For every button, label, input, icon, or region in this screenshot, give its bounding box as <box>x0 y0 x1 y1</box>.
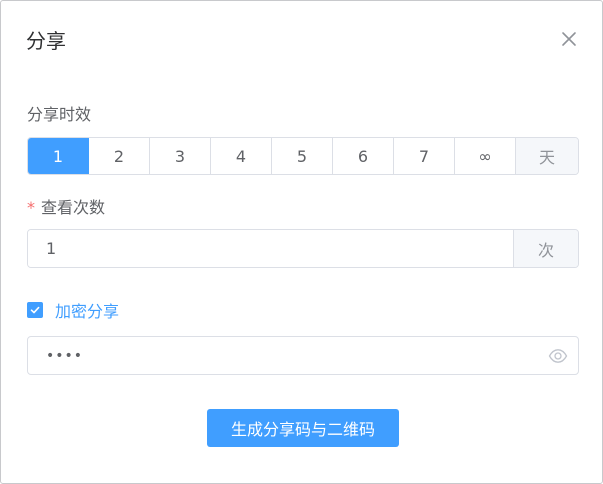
password-value: •••• <box>46 347 84 364</box>
expiry-option-6[interactable]: 6 <box>333 138 394 174</box>
required-mark: * <box>27 198 35 217</box>
expiry-option-2[interactable]: 2 <box>89 138 150 174</box>
expiry-label: 分享时效 <box>27 105 92 124</box>
share-dialog: 分享 分享时效 1 2 3 4 5 6 7 ∞ 天 * 查看次数 次 加密分享 •… <box>0 0 603 484</box>
view-count-group: 次 <box>27 229 579 268</box>
view-count-unit: 次 <box>513 230 578 267</box>
expiry-option-3[interactable]: 3 <box>150 138 211 174</box>
expiry-option-1[interactable]: 1 <box>28 138 89 174</box>
close-icon <box>562 32 576 46</box>
expiry-option-7[interactable]: 7 <box>394 138 455 174</box>
encrypt-label: 加密分享 <box>55 302 120 321</box>
view-count-label-text: 查看次数 <box>41 198 106 217</box>
expiry-option-5[interactable]: 5 <box>272 138 333 174</box>
view-count-label: * 查看次数 <box>27 197 105 219</box>
toggle-password-visibility[interactable] <box>547 345 569 367</box>
check-icon <box>30 306 40 314</box>
checkbox-box[interactable] <box>27 302 43 318</box>
encrypt-checkbox[interactable]: 加密分享 <box>27 299 119 321</box>
eye-icon <box>548 348 568 363</box>
close-button[interactable] <box>557 27 581 51</box>
view-count-input[interactable] <box>28 230 513 267</box>
dialog-title: 分享 <box>26 29 66 53</box>
expiry-option-unlimited[interactable]: ∞ <box>455 138 516 174</box>
generate-share-code-button[interactable]: 生成分享码与二维码 <box>207 409 399 447</box>
expiry-unit: 天 <box>516 138 578 174</box>
expiry-days-selector: 1 2 3 4 5 6 7 ∞ 天 <box>27 137 579 175</box>
password-field[interactable]: •••• <box>27 336 579 375</box>
expiry-option-4[interactable]: 4 <box>211 138 272 174</box>
